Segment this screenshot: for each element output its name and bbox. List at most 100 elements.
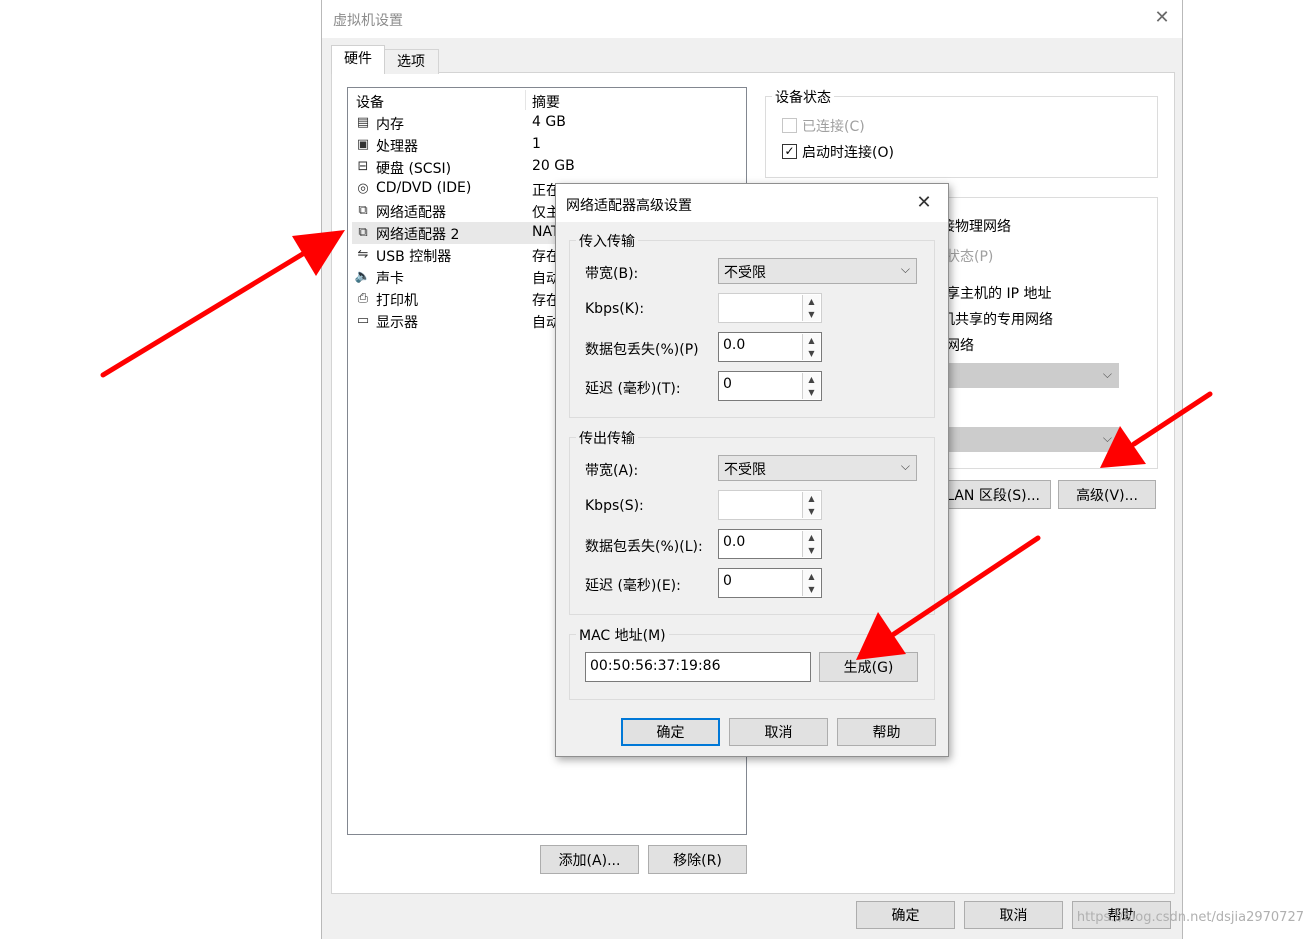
cpu-icon: ▣ bbox=[356, 137, 370, 152]
tab-options[interactable]: 选项 bbox=[383, 49, 439, 74]
chevron-down-icon: ⌵ bbox=[900, 459, 910, 473]
usb-icon: ⇋ bbox=[357, 247, 369, 262]
chevron-down-icon: ⌵ bbox=[1102, 431, 1112, 445]
dialog-title-bar[interactable]: 网络适配器高级设置 ✕ bbox=[556, 184, 948, 222]
device-name: 硬盘 (SCSI) bbox=[376, 161, 452, 177]
network-adapter-icon: ⧉ bbox=[358, 203, 368, 218]
replicate-state-label[interactable]: 状态(P) bbox=[946, 246, 993, 266]
host-only-option-label[interactable]: 机共享的专用网络 bbox=[941, 309, 1053, 329]
connected-label: 已连接(C) bbox=[802, 119, 865, 135]
incoming-latency-stepper[interactable]: 0 ▲ ▼ bbox=[718, 371, 822, 401]
device-row[interactable]: ▣ 处理器 1 bbox=[352, 134, 742, 156]
tab-hardware[interactable]: 硬件 bbox=[331, 45, 385, 74]
incoming-packet-loss-stepper[interactable]: 0.0 ▲ ▼ bbox=[718, 332, 822, 362]
connect-at-power-on-label: 启动时连接(O) bbox=[802, 145, 894, 161]
arrow-to-network-adapter-2 bbox=[100, 230, 345, 378]
outgoing-bandwidth-value: 不受限 bbox=[724, 462, 766, 478]
outgoing-transfer-group: 传出传输 带宽(A): 不受限 ⌵ Kbps(S): ▲ ▼ 数据包丢失(%)(… bbox=[569, 428, 935, 615]
custom-network-select[interactable]: ⌵ bbox=[936, 363, 1119, 388]
incoming-kbps-stepper[interactable]: ▲ ▼ bbox=[718, 293, 822, 323]
custom-option-label[interactable]: 网络 bbox=[946, 335, 974, 355]
outgoing-transfer-title: 传出传输 bbox=[576, 428, 638, 448]
speaker-icon: 🔈 bbox=[354, 269, 372, 284]
spin-down-icon[interactable]: ▼ bbox=[802, 505, 820, 518]
outgoing-latency-label: 延迟 (毫秒)(E): bbox=[585, 578, 681, 594]
device-name: 网络适配器 bbox=[376, 205, 446, 221]
device-row[interactable]: ▤ 内存 4 GB bbox=[352, 112, 742, 134]
watermark-url: https://blog.csdn.net/dsjia2970727 bbox=[1076, 910, 1304, 925]
dialog-help-button[interactable]: 帮助 bbox=[837, 718, 936, 746]
device-summary: 20 GB bbox=[532, 158, 575, 174]
cancel-button[interactable]: 取消 bbox=[964, 901, 1063, 929]
nat-option-label[interactable]: 享主机的 IP 地址 bbox=[946, 283, 1051, 303]
incoming-latency-value: 0 bbox=[723, 376, 732, 392]
mac-address-title: MAC 地址(M) bbox=[576, 625, 669, 645]
ok-button[interactable]: 确定 bbox=[856, 901, 955, 929]
device-name: 显示器 bbox=[376, 315, 418, 331]
connect-at-power-on-checkbox[interactable]: ✓ bbox=[782, 144, 797, 159]
mac-address-group: MAC 地址(M) 00:50:56:37:19:86 生成(G) bbox=[569, 625, 935, 700]
dialog-title: 网络适配器高级设置 bbox=[566, 198, 692, 214]
device-summary: 1 bbox=[532, 136, 541, 152]
lan-segment-select[interactable]: ⌵ bbox=[936, 427, 1119, 452]
device-name: 内存 bbox=[376, 117, 404, 133]
outgoing-packet-loss-label: 数据包丢失(%)(L): bbox=[585, 539, 703, 555]
device-name: 网络适配器 2 bbox=[376, 227, 460, 243]
spin-down-icon[interactable]: ▼ bbox=[802, 308, 820, 321]
incoming-transfer-group: 传入传输 带宽(B): 不受限 ⌵ Kbps(K): ▲ ▼ 数据包丢失(%)(… bbox=[569, 231, 935, 418]
incoming-transfer-title: 传入传输 bbox=[576, 231, 638, 251]
column-separator[interactable] bbox=[525, 90, 526, 110]
spin-up-icon[interactable]: ▲ bbox=[802, 570, 820, 584]
connected-checkbox[interactable] bbox=[782, 118, 797, 133]
incoming-packet-loss-value: 0.0 bbox=[723, 337, 746, 353]
outgoing-packet-loss-value: 0.0 bbox=[723, 534, 746, 550]
remove-device-button[interactable]: 移除(R) bbox=[648, 845, 747, 874]
incoming-latency-label: 延迟 (毫秒)(T): bbox=[585, 381, 681, 397]
monitor-icon: ▭ bbox=[356, 313, 370, 328]
summary-column-header[interactable]: 摘要 bbox=[532, 92, 560, 112]
device-name: 处理器 bbox=[376, 139, 418, 155]
spin-down-icon[interactable]: ▼ bbox=[802, 386, 820, 399]
dialog-ok-button[interactable]: 确定 bbox=[621, 718, 720, 746]
incoming-bandwidth-value: 不受限 bbox=[724, 265, 766, 281]
generate-mac-button[interactable]: 生成(G) bbox=[819, 652, 918, 682]
add-device-button[interactable]: 添加(A)... bbox=[540, 845, 639, 874]
spin-down-icon[interactable]: ▼ bbox=[802, 544, 820, 557]
device-status-group: 设备状态 已连接(C) ✓ 启动时连接(O) bbox=[765, 87, 1158, 178]
advanced-button[interactable]: 高级(V)... bbox=[1058, 480, 1156, 509]
outgoing-kbps-label: Kbps(S): bbox=[585, 498, 644, 514]
spin-up-icon[interactable]: ▲ bbox=[802, 531, 820, 545]
outgoing-kbps-stepper[interactable]: ▲ ▼ bbox=[718, 490, 822, 520]
device-column-header[interactable]: 设备 bbox=[356, 92, 384, 112]
spin-up-icon[interactable]: ▲ bbox=[802, 373, 820, 387]
bridged-option-label[interactable]: 接物理网络 bbox=[941, 216, 1011, 236]
device-status-title: 设备状态 bbox=[772, 87, 834, 107]
spin-up-icon[interactable]: ▲ bbox=[802, 492, 820, 506]
incoming-packet-loss-label: 数据包丢失(%)(P) bbox=[585, 342, 699, 358]
outgoing-packet-loss-stepper[interactable]: 0.0 ▲ ▼ bbox=[718, 529, 822, 559]
close-icon[interactable]: ✕ bbox=[912, 191, 936, 215]
close-icon[interactable]: ✕ bbox=[1150, 6, 1174, 30]
spin-up-icon[interactable]: ▲ bbox=[802, 334, 820, 348]
incoming-bandwidth-label: 带宽(B): bbox=[585, 266, 639, 282]
cd-dvd-icon: ◎ bbox=[357, 181, 369, 196]
dialog-cancel-button[interactable]: 取消 bbox=[729, 718, 828, 746]
advanced-network-dialog: 网络适配器高级设置 ✕ 传入传输 带宽(B): 不受限 ⌵ Kbps(K): ▲… bbox=[555, 183, 949, 757]
outgoing-bandwidth-select[interactable]: 不受限 ⌵ bbox=[718, 455, 917, 481]
spin-up-icon[interactable]: ▲ bbox=[802, 295, 820, 309]
mac-address-input[interactable]: 00:50:56:37:19:86 bbox=[585, 652, 811, 682]
device-name: CD/DVD (IDE) bbox=[376, 180, 472, 196]
mac-address-value: 00:50:56:37:19:86 bbox=[590, 658, 721, 674]
device-row[interactable]: ⊟ 硬盘 (SCSI) 20 GB bbox=[352, 156, 742, 178]
device-name: 声卡 bbox=[376, 271, 404, 287]
incoming-bandwidth-select[interactable]: 不受限 ⌵ bbox=[718, 258, 917, 284]
outgoing-latency-stepper[interactable]: 0 ▲ ▼ bbox=[718, 568, 822, 598]
title-bar[interactable]: 虚拟机设置 ✕ bbox=[322, 0, 1182, 38]
memory-icon: ▤ bbox=[356, 115, 370, 130]
spin-down-icon[interactable]: ▼ bbox=[802, 583, 820, 596]
device-summary: 4 GB bbox=[532, 114, 566, 130]
outgoing-latency-value: 0 bbox=[723, 573, 732, 589]
spin-down-icon[interactable]: ▼ bbox=[802, 347, 820, 360]
device-name: 打印机 bbox=[376, 293, 418, 309]
printer-icon: ⎙ bbox=[357, 291, 369, 306]
